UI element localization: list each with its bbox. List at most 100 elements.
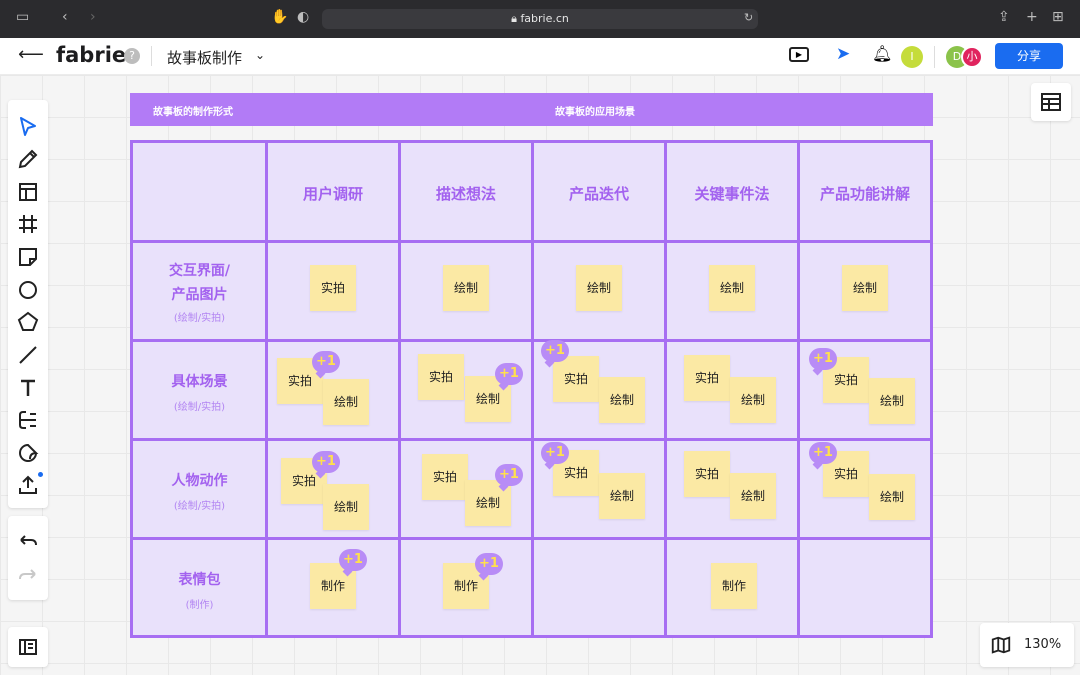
sticky-note-icon[interactable] [16,245,40,269]
divider [934,46,935,68]
mindmap-icon[interactable] [16,408,40,432]
tab-overview-icon[interactable]: ⊞ [1052,9,1064,25]
forward-icon[interactable]: › [90,9,96,25]
row-header: 人物动作 (绘制/实拍) [133,469,266,512]
text-icon[interactable] [16,376,40,400]
sticky-note[interactable]: 绘制 [323,379,369,425]
plus-one-badge[interactable]: +1 [495,363,523,385]
bell-icon[interactable]: 🔔︎ [872,44,892,63]
frame-icon[interactable] [16,212,40,236]
template-icon[interactable] [16,180,40,204]
row-subtitle: (绘制/实拍) [173,501,226,512]
help-icon[interactable]: ? [124,48,140,64]
avatar[interactable]: I [901,46,923,68]
sticky-note[interactable]: 实拍 [310,265,356,311]
row-subtitle: (绘制/实拍) [173,313,226,324]
polygon-icon[interactable] [16,310,40,334]
sticky-note[interactable]: 绘制 [443,265,489,311]
plus-one-badge[interactable]: +1 [809,348,837,370]
back-icon[interactable]: ‹ [62,9,68,25]
row-title: 人物动作 [171,473,228,489]
banner-center-label: 故事板的应用场景 [555,107,635,118]
share-button[interactable]: 分享 [995,43,1063,69]
redo-icon[interactable] [16,564,40,588]
zoom-panel: 130% [980,623,1074,667]
sticky-note[interactable]: 实拍 [553,356,599,402]
circle-icon[interactable] [16,278,40,302]
row-subtitle: (制作) [185,600,214,611]
sidebar-toggle-icon[interactable]: ▭ [16,9,29,25]
app-header: ⟵ fabrie ? 故事板制作 ⌄ ▶ ➤ 🔔︎ I D 小 分享 [0,38,1080,75]
plus-one-badge[interactable]: +1 [339,549,367,571]
plus-one-badge[interactable]: +1 [809,442,837,464]
sticky-note[interactable]: 绘制 [323,484,369,530]
sticky-note[interactable]: 制作 [711,563,757,609]
reload-icon[interactable]: ↻ [744,11,753,24]
row-subtitle: (绘制/实拍) [173,402,226,413]
chevron-down-icon[interactable]: ⌄ [255,48,265,62]
col-divider [531,143,534,635]
sticky-note[interactable]: 绘制 [599,377,645,423]
sticky-note[interactable]: 绘制 [730,377,776,423]
column-header: 产品功能讲解 [819,185,910,203]
map-icon[interactable] [990,634,1012,656]
board-banner[interactable]: 故事板的制作形式 故事板的应用场景 [130,93,933,126]
present-icon[interactable]: ▶ [789,47,809,62]
privacy-icon[interactable]: ◐ [297,9,309,25]
column-header: 产品迭代 [568,185,629,203]
col-divider [664,143,667,635]
plus-one-badge[interactable]: +1 [541,340,569,362]
banner-left-label: 故事板的制作形式 [153,107,233,118]
sticky-note[interactable]: 实拍 [684,451,730,497]
plus-one-badge[interactable]: +1 [312,451,340,473]
table-button[interactable] [1031,83,1071,121]
sticky-note[interactable]: 实拍 [422,454,468,500]
back-arrow-icon[interactable]: ⟵ [18,44,44,65]
zoom-level[interactable]: 130% [1024,637,1061,652]
new-tab-icon[interactable]: + [1026,9,1038,25]
outline-icon [19,639,37,655]
row-title: 具体场景 [171,374,228,390]
col-divider [398,143,401,635]
row-title: 表情包 [178,572,221,588]
column-header: 描述想法 [435,185,496,203]
select-icon[interactable] [16,115,40,139]
storyboard-table[interactable]: 用户调研 描述想法 产品迭代 关键事件法 产品功能讲解 交互界面/ 产品图片 (… [130,140,933,638]
plus-one-badge[interactable]: +1 [475,553,503,575]
doc-title[interactable]: 故事板制作 [167,47,242,68]
plus-one-badge[interactable]: +1 [495,464,523,486]
logo: fabrie [56,43,127,67]
cursor-follow-icon[interactable]: ➤ [836,44,850,64]
undo-icon[interactable] [16,530,40,554]
pen-icon[interactable] [16,147,40,171]
line-icon[interactable] [16,343,40,367]
row-title: 交互界面/ [168,263,231,279]
sticky-note[interactable]: 绘制 [842,265,888,311]
sticky-note[interactable]: 实拍 [418,354,464,400]
sticky-note[interactable]: 绘制 [869,474,915,520]
sticky-note[interactable]: 绘制 [709,265,755,311]
column-header: 用户调研 [302,185,363,203]
upload-icon[interactable] [16,473,40,497]
browser-bar: ▭ ‹ › ✋ ◐ 🔒︎ fabrie.cn ↻ ⇪ + ⊞ [0,0,1080,38]
share-sheet-icon[interactable]: ⇪ [998,9,1010,25]
sticky-note[interactable]: 绘制 [599,473,645,519]
row-title: 产品图片 [171,287,228,303]
address-bar[interactable]: 🔒︎ fabrie.cn [322,9,758,29]
divider [151,46,152,66]
row-header: 交互界面/ 产品图片 (绘制/实拍) [133,259,266,324]
sticky-note[interactable]: 实拍 [684,355,730,401]
sticky-note[interactable]: 绘制 [576,265,622,311]
sticky-note[interactable]: 绘制 [730,473,776,519]
extension-icon[interactable]: ✋ [271,9,288,25]
url-text: fabrie.cn [520,12,569,25]
col-divider [797,143,800,635]
plus-one-badge[interactable]: +1 [541,442,569,464]
sticky-note[interactable]: 绘制 [869,378,915,424]
row-header: 表情包 (制作) [133,568,266,611]
avatar[interactable]: 小 [961,46,983,68]
table-icon [1041,93,1061,111]
plus-one-badge[interactable]: +1 [312,351,340,373]
outline-button[interactable] [8,627,48,667]
sticker-icon[interactable] [16,441,40,465]
